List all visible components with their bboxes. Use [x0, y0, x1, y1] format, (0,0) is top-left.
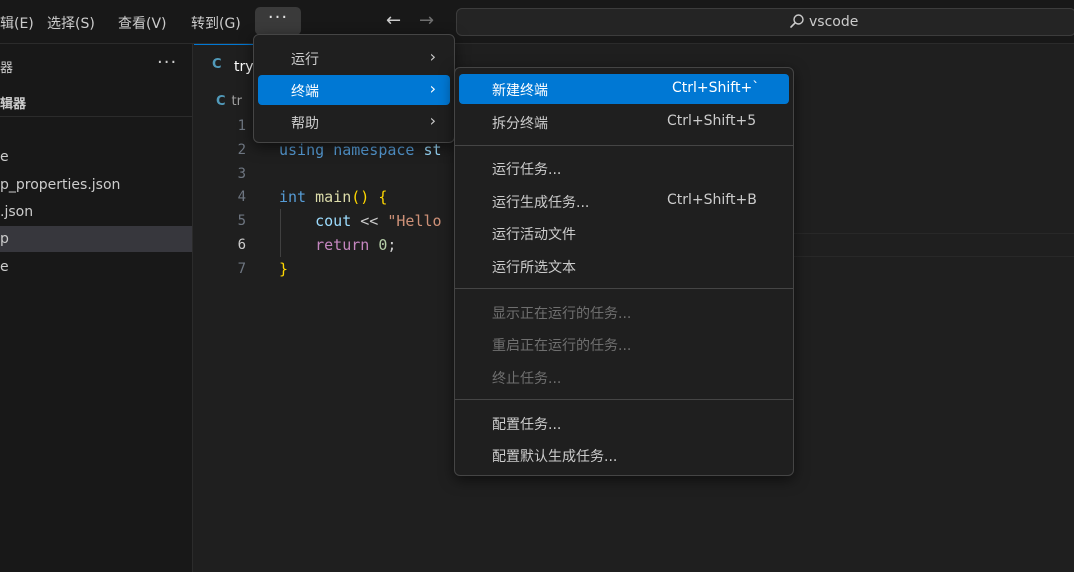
line-number: 4 — [237, 189, 246, 205]
menu-item-terminate-task: 终止任务... — [492, 371, 562, 387]
menu-item-help[interactable]: 帮助 › — [258, 107, 450, 137]
line-number: 1 — [237, 118, 246, 134]
menu-item-configure-default-build-task[interactable]: 配置默认生成任务... — [459, 440, 789, 470]
chevron-right-icon: › — [429, 79, 436, 98]
shortcut-label: Ctrl+Shift+` — [672, 80, 760, 96]
command-center-search[interactable]: vscode — [456, 8, 1074, 36]
code-line[interactable]: using namespace st — [279, 141, 442, 159]
line-number: 3 — [237, 166, 246, 182]
editor-tab[interactable]: C try — [194, 44, 254, 88]
search-icon — [790, 14, 804, 28]
file-item-selected[interactable]: p — [0, 226, 192, 252]
menu-edit[interactable]: 辑(E) — [0, 13, 34, 33]
code-line[interactable]: cout << "Hello — [279, 212, 441, 230]
line-number: 5 — [237, 213, 246, 229]
chevron-right-icon: › — [429, 111, 436, 130]
back-arrow-icon[interactable]: ← — [386, 10, 401, 31]
sidebar-divider — [0, 116, 192, 117]
sidebar-title: 器 — [0, 61, 14, 76]
file-item[interactable]: e — [0, 254, 192, 280]
menu-item-new-terminal[interactable]: 新建终端 Ctrl+Shift+` — [459, 74, 789, 104]
line-number-active: 6 — [237, 237, 246, 253]
line-number: 7 — [237, 261, 246, 277]
menu-item-restart-running-task: 重启正在运行的任务... — [492, 338, 632, 354]
breadcrumb[interactable]: Ctr — [216, 94, 242, 109]
open-editors-section[interactable]: 辑器 — [0, 93, 26, 112]
menu-item-run-task[interactable]: 运行任务... — [459, 153, 789, 183]
cpp-file-icon: C — [212, 57, 222, 72]
menu-item-run-selected-text[interactable]: 运行所选文本 — [459, 251, 789, 281]
more-menu-button[interactable]: ··· — [255, 7, 301, 35]
menu-item-terminal[interactable]: 终端 › — [258, 75, 450, 105]
menu-item-run[interactable]: 运行 › — [258, 43, 450, 73]
tab-label: try — [234, 59, 254, 75]
forward-arrow-icon[interactable]: → — [419, 10, 434, 31]
menu-view[interactable]: 查看(V) — [118, 13, 167, 33]
more-dropdown-menu: 运行 › 终端 › 帮助 › — [253, 34, 455, 143]
menu-separator — [455, 399, 793, 400]
terminal-submenu: 新建终端 Ctrl+Shift+` 拆分终端 Ctrl+Shift+5 运行任务… — [454, 67, 794, 476]
menu-item-run-active-file[interactable]: 运行活动文件 — [459, 218, 789, 248]
menu-item-run-build-task[interactable]: 运行生成任务... Ctrl+Shift+B — [459, 186, 789, 216]
menu-go[interactable]: 转到(G) — [191, 13, 241, 33]
file-item[interactable]: e — [0, 144, 192, 170]
file-item[interactable]: .json — [0, 199, 192, 225]
title-bar: 辑(E) 选择(S) 查看(V) 转到(G) ··· ← → vscode — [0, 0, 1074, 44]
sidebar-more-icon[interactable]: ··· — [157, 52, 177, 73]
shortcut-label: Ctrl+Shift+B — [667, 192, 757, 208]
explorer-sidebar: 器 ··· 辑器 e p_properties.json .json p e — [0, 44, 193, 572]
search-text: vscode — [809, 14, 859, 30]
cpp-file-icon: C — [216, 94, 226, 109]
breadcrumb-label: tr — [231, 94, 242, 109]
code-line[interactable]: int main() { — [279, 188, 387, 206]
file-item[interactable]: p_properties.json — [0, 172, 192, 198]
code-line[interactable]: } — [279, 260, 288, 278]
chevron-right-icon: › — [429, 47, 436, 66]
menu-separator — [455, 145, 793, 146]
line-number: 2 — [237, 142, 246, 158]
menu-separator — [455, 288, 793, 289]
menu-item-show-running-tasks: 显示正在运行的任务... — [492, 306, 632, 322]
menu-item-configure-tasks[interactable]: 配置任务... — [459, 408, 789, 438]
menu-selection[interactable]: 选择(S) — [47, 13, 95, 33]
code-line[interactable]: return 0; — [279, 236, 396, 254]
shortcut-label: Ctrl+Shift+5 — [667, 113, 757, 129]
menu-item-split-terminal[interactable]: 拆分终端 Ctrl+Shift+5 — [459, 107, 789, 137]
